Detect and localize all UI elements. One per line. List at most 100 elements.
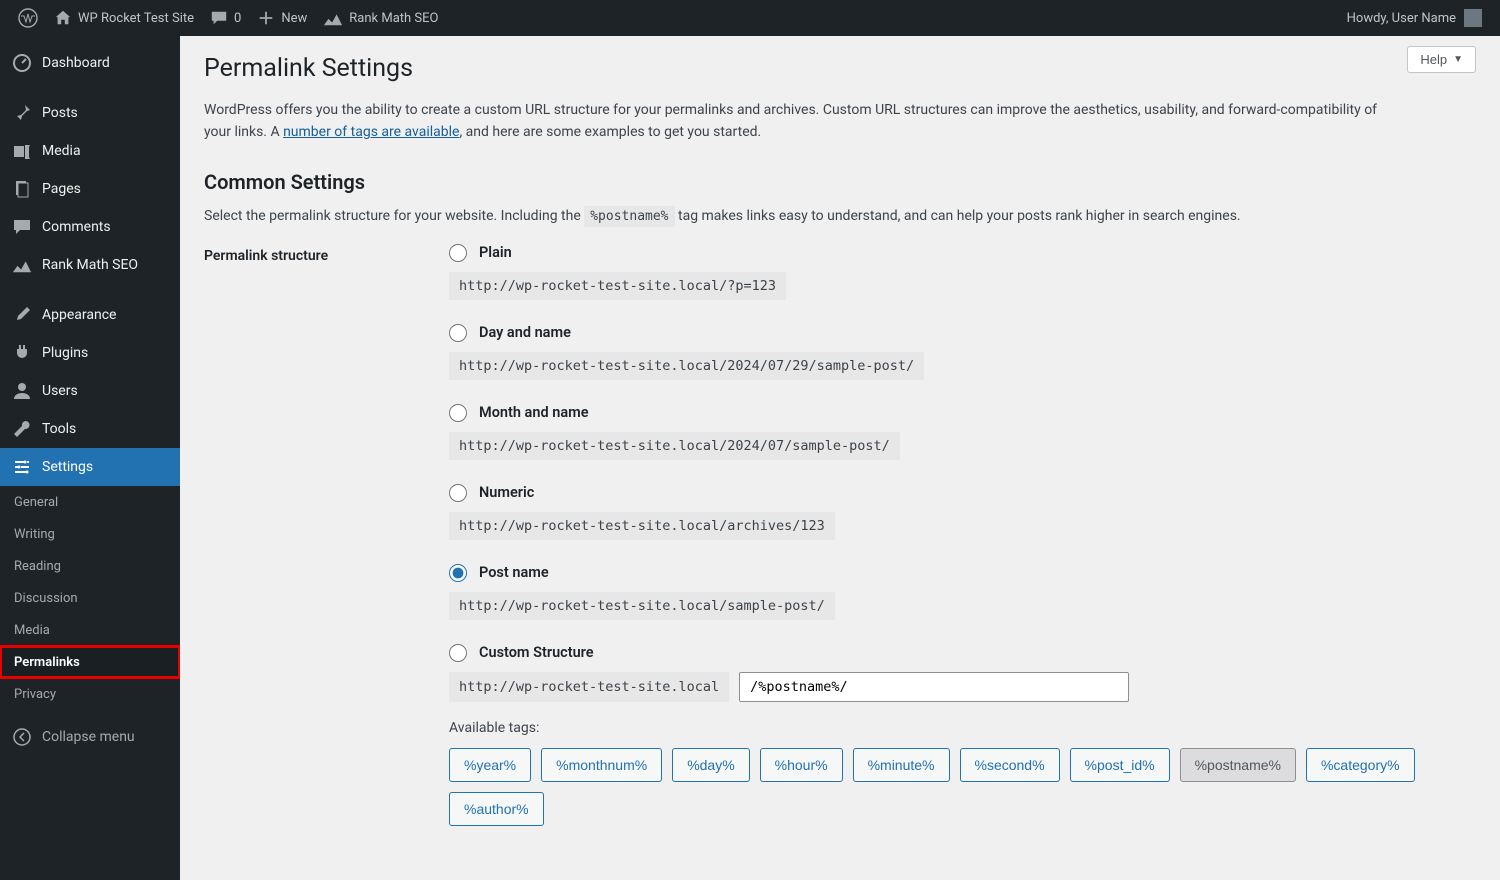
permalink-structure-row: Permalink structure Plain http://wp-rock… (204, 244, 1476, 826)
tag-postid[interactable]: %post_id% (1070, 748, 1170, 782)
submenu-writing[interactable]: Writing (0, 518, 180, 550)
submenu-label: General (14, 495, 58, 510)
radio-numeric[interactable] (449, 484, 467, 502)
sidebar-item-label: Comments (42, 219, 111, 235)
radio-post-name[interactable] (449, 564, 467, 582)
option-day-name-label[interactable]: Day and name (449, 324, 1476, 342)
sidebar-item-label: Dashboard (42, 55, 110, 71)
plus-icon (257, 9, 275, 27)
example-month-name: http://wp-rocket-test-site.local/2024/07… (449, 432, 900, 460)
rank-math-link[interactable]: Rank Math SEO (315, 0, 446, 36)
option-label: Custom Structure (479, 644, 594, 661)
sidebar-item-plugins[interactable]: Plugins (0, 334, 180, 372)
custom-prefix: http://wp-rocket-test-site.local (449, 672, 729, 702)
sidebar-item-appearance[interactable]: Appearance (0, 296, 180, 334)
postname-code: %postname% (584, 206, 674, 227)
help-label: Help (1420, 52, 1447, 67)
sidebar-item-label: Media (42, 143, 81, 159)
sidebar-item-tools[interactable]: Tools (0, 410, 180, 448)
help-button[interactable]: Help ▼ (1407, 46, 1476, 73)
option-custom-label[interactable]: Custom Structure (449, 644, 1476, 662)
tag-author[interactable]: %author% (449, 792, 544, 826)
tag-day[interactable]: %day% (672, 748, 749, 782)
sidebar-item-pages[interactable]: Pages (0, 170, 180, 208)
submenu-label: Discussion (14, 591, 78, 606)
option-month-name-label[interactable]: Month and name (449, 404, 1476, 422)
tag-buttons: %year% %monthnum% %day% %hour% %minute% … (449, 748, 1476, 826)
comments-count: 0 (234, 11, 241, 26)
submenu-reading[interactable]: Reading (0, 550, 180, 582)
dashboard-icon (12, 53, 32, 73)
page-title: Permalink Settings (204, 54, 1476, 83)
tag-monthnum[interactable]: %monthnum% (541, 748, 662, 782)
option-label: Plain (479, 244, 512, 261)
content-area: Help ▼ Permalink Settings WordPress offe… (180, 36, 1500, 880)
comment-icon (210, 9, 228, 27)
plug-icon (12, 343, 32, 363)
option-plain: Plain http://wp-rocket-test-site.local/?… (449, 244, 1476, 300)
collapse-menu[interactable]: Collapse menu (0, 718, 180, 756)
tag-minute[interactable]: %minute% (853, 748, 950, 782)
option-numeric: Numeric http://wp-rocket-test-site.local… (449, 484, 1476, 540)
comments-link[interactable]: 0 (202, 0, 249, 36)
option-numeric-label[interactable]: Numeric (449, 484, 1476, 502)
available-tags-label: Available tags: (449, 720, 1476, 736)
submenu-label: Media (14, 623, 50, 638)
option-label: Day and name (479, 324, 571, 341)
sidebar-item-users[interactable]: Users (0, 372, 180, 410)
example-day-name: http://wp-rocket-test-site.local/2024/07… (449, 352, 924, 380)
sidebar-item-media[interactable]: Media (0, 132, 180, 170)
tag-year[interactable]: %year% (449, 748, 531, 782)
tag-postname[interactable]: %postname% (1180, 748, 1296, 782)
rank-math-label: Rank Math SEO (349, 11, 438, 26)
common-settings-heading: Common Settings (204, 170, 1476, 194)
permalink-options: Plain http://wp-rocket-test-site.local/?… (449, 244, 1476, 826)
sidebar-item-comments[interactable]: Comments (0, 208, 180, 246)
sidebar-item-posts[interactable]: Posts (0, 94, 180, 132)
brush-icon (12, 305, 32, 325)
radio-day-name[interactable] (449, 324, 467, 342)
option-day-name: Day and name http://wp-rocket-test-site.… (449, 324, 1476, 380)
comment-icon (12, 217, 32, 237)
option-label: Numeric (479, 484, 534, 501)
tag-category[interactable]: %category% (1306, 748, 1415, 782)
site-name-link[interactable]: WP Rocket Test Site (46, 0, 202, 36)
account-link[interactable]: Howdy, User Name (1339, 0, 1490, 36)
submenu-general[interactable]: General (0, 486, 180, 518)
custom-structure-input[interactable] (739, 672, 1129, 702)
permalink-structure-label: Permalink structure (204, 244, 449, 264)
submenu-label: Permalinks (14, 655, 80, 670)
intro-post: , and here are some examples to get you … (459, 124, 761, 140)
chart-icon (323, 9, 343, 27)
intro-text: WordPress offers you the ability to crea… (204, 99, 1404, 144)
submenu-privacy[interactable]: Privacy (0, 678, 180, 710)
sidebar-item-label: Posts (42, 105, 78, 121)
tag-second[interactable]: %second% (960, 748, 1060, 782)
submenu-permalinks[interactable]: Permalinks (0, 646, 180, 678)
tags-available-link[interactable]: number of tags are available (283, 124, 459, 140)
wp-logo[interactable] (10, 0, 46, 36)
radio-month-name[interactable] (449, 404, 467, 422)
option-plain-label[interactable]: Plain (449, 244, 1476, 262)
new-content-link[interactable]: New (249, 0, 315, 36)
submenu-discussion[interactable]: Discussion (0, 582, 180, 614)
submenu-label: Writing (14, 527, 55, 542)
option-post-name-label[interactable]: Post name (449, 564, 1476, 582)
example-post-name: http://wp-rocket-test-site.local/sample-… (449, 592, 835, 620)
wrench-icon (12, 419, 32, 439)
desc-pre: Select the permalink structure for your … (204, 208, 584, 224)
user-icon (12, 381, 32, 401)
sidebar-item-settings[interactable]: Settings (0, 448, 180, 486)
tag-hour[interactable]: %hour% (760, 748, 843, 782)
admin-sidebar: Dashboard Posts Media Pages Comments Ran… (0, 36, 180, 880)
option-label: Post name (479, 564, 549, 581)
wordpress-icon (18, 8, 38, 28)
example-numeric: http://wp-rocket-test-site.local/archive… (449, 512, 835, 540)
submenu-media[interactable]: Media (0, 614, 180, 646)
sidebar-item-dashboard[interactable]: Dashboard (0, 44, 180, 82)
radio-custom[interactable] (449, 644, 467, 662)
radio-plain[interactable] (449, 244, 467, 262)
chevron-down-icon: ▼ (1453, 54, 1463, 65)
sidebar-item-rankmath[interactable]: Rank Math SEO (0, 246, 180, 284)
pin-icon (12, 103, 32, 123)
